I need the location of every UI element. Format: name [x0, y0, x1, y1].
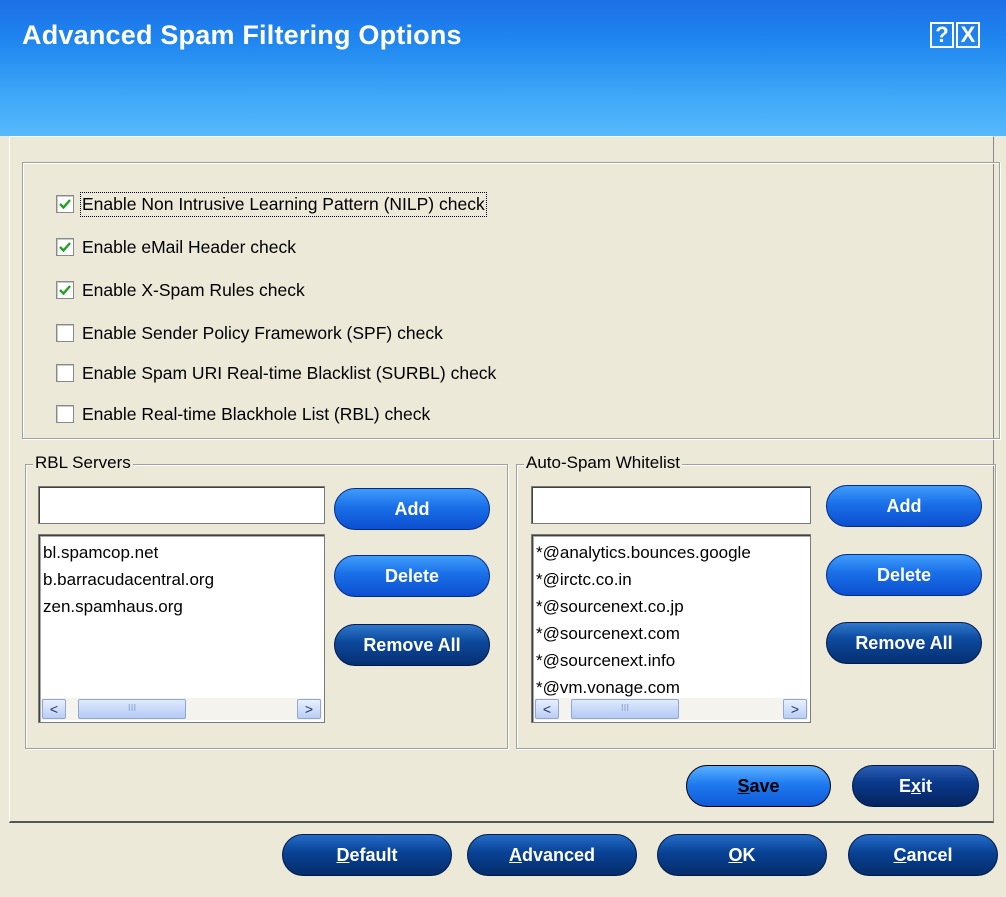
whitelist-list[interactable]: *@analytics.bounces.google *@irctc.co.in *…: [531, 534, 811, 723]
exit-button[interactable]: Exit: [852, 765, 979, 807]
default-button[interactable]: Default: [282, 834, 452, 876]
whitelist-delete-button[interactable]: Delete: [826, 554, 982, 596]
option-email-header[interactable]: Enable eMail Header check: [56, 235, 296, 259]
help-button[interactable]: ?: [930, 22, 954, 48]
option-rbl[interactable]: Enable Real-time Blackhole List (RBL) ch…: [56, 402, 430, 426]
list-item[interactable]: *@sourcenext.co.jp: [536, 593, 806, 620]
rbl-legend: RBL Servers: [33, 453, 133, 473]
surbl-checkbox[interactable]: [56, 364, 74, 382]
option-nilp[interactable]: Enable Non Intrusive Learning Pattern (N…: [56, 191, 487, 217]
checkmark-icon: [59, 242, 71, 253]
rbl-remove-all-button[interactable]: Remove All: [334, 624, 490, 666]
rbl-delete-button[interactable]: Delete: [334, 555, 490, 597]
nilp-checkbox[interactable]: [56, 195, 74, 213]
list-item[interactable]: *@irctc.co.in: [536, 566, 806, 593]
whitelist-legend: Auto-Spam Whitelist: [524, 453, 682, 473]
spf-checkbox[interactable]: [56, 324, 74, 342]
whitelist-hscrollbar[interactable]: < III >: [534, 698, 808, 720]
save-button[interactable]: Save: [686, 765, 831, 807]
main-panel: Enable Non Intrusive Learning Pattern (N…: [9, 136, 1000, 823]
checkmark-icon: [59, 285, 71, 296]
rbl-server-input[interactable]: [38, 486, 325, 524]
checkmark-icon: [59, 199, 71, 210]
email-header-label: Enable eMail Header check: [82, 236, 297, 257]
option-surbl[interactable]: Enable Spam URI Real-time Blacklist (SUR…: [56, 361, 496, 385]
list-item[interactable]: *@sourcenext.com: [536, 620, 806, 647]
title-bar: Advanced Spam Filtering Options ? X: [0, 0, 1006, 136]
list-item[interactable]: zen.spamhaus.org: [43, 593, 320, 620]
whitelist-add-button[interactable]: Add: [826, 485, 982, 527]
scroll-right-icon[interactable]: >: [297, 699, 321, 719]
option-xspam[interactable]: Enable X-Spam Rules check: [56, 278, 305, 302]
option-spf[interactable]: Enable Sender Policy Framework (SPF) che…: [56, 321, 443, 345]
close-button[interactable]: X: [956, 22, 980, 48]
list-item[interactable]: bl.spamcop.net: [43, 539, 320, 566]
advanced-button[interactable]: Advanced: [467, 834, 637, 876]
scroll-thumb[interactable]: III: [571, 699, 679, 719]
list-item[interactable]: *@analytics.bounces.google: [536, 539, 806, 566]
scroll-thumb[interactable]: III: [78, 699, 186, 719]
list-item[interactable]: *@sourcenext.info: [536, 647, 806, 674]
list-item[interactable]: *@vm.vonage.com: [536, 674, 806, 698]
ok-button[interactable]: OK: [657, 834, 827, 876]
nilp-label: Enable Non Intrusive Learning Pattern (N…: [80, 191, 487, 217]
scroll-right-icon[interactable]: >: [783, 699, 807, 719]
xspam-checkbox[interactable]: [56, 281, 74, 299]
rbl-hscrollbar[interactable]: < III >: [41, 698, 322, 720]
scroll-left-icon[interactable]: <: [42, 699, 66, 719]
rbl-checkbox[interactable]: [56, 405, 74, 423]
whitelist-input[interactable]: [531, 486, 811, 524]
cancel-button[interactable]: Cancel: [848, 834, 998, 876]
xspam-label: Enable X-Spam Rules check: [82, 279, 305, 300]
spf-label: Enable Sender Policy Framework (SPF) che…: [82, 322, 443, 343]
rbl-server-list[interactable]: bl.spamcop.net b.barracudacentral.org zen.…: [38, 534, 325, 723]
rbl-label: Enable Real-time Blackhole List (RBL) ch…: [82, 403, 431, 424]
list-item[interactable]: b.barracudacentral.org: [43, 566, 320, 593]
rbl-add-button[interactable]: Add: [334, 488, 490, 530]
window-title: Advanced Spam Filtering Options: [22, 20, 462, 50]
close-icon: X: [960, 22, 976, 47]
help-icon: ?: [935, 22, 949, 47]
scroll-left-icon[interactable]: <: [535, 699, 559, 719]
whitelist-remove-all-button[interactable]: Remove All: [826, 622, 982, 664]
surbl-label: Enable Spam URI Real-time Blacklist (SUR…: [82, 362, 497, 383]
email-header-checkbox[interactable]: [56, 238, 74, 256]
